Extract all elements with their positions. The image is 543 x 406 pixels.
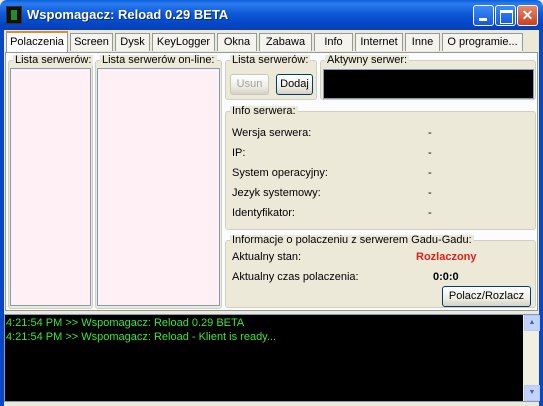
tab-internet[interactable]: Internet bbox=[355, 33, 403, 51]
gg-time-label: Aktualny czas polaczenia: bbox=[232, 271, 359, 283]
server-info-group: Info serwera: Wersja serwera: - IP: - Sy… bbox=[225, 106, 536, 230]
gg-status-label: Aktualny stan: bbox=[232, 251, 302, 263]
online-server-listbox[interactable] bbox=[97, 68, 220, 306]
tab-keylogger[interactable]: KeyLogger bbox=[152, 33, 215, 51]
server-list-title: Lista serwerów: bbox=[13, 54, 94, 66]
scroll-down-icon: ▼ bbox=[528, 389, 536, 396]
online-server-list-title: Lista serwerów on-line: bbox=[100, 54, 217, 66]
ip-label: IP: bbox=[232, 147, 246, 159]
app-icon[interactable] bbox=[6, 6, 22, 24]
log-scrollbar[interactable]: ▲ ▼ bbox=[523, 315, 540, 401]
active-server-group: Aktywny serwer: bbox=[320, 55, 536, 100]
tab-panel-polaczenia: Lista serwerów: Lista serwerów on-line: … bbox=[5, 52, 538, 311]
tab-screen[interactable]: Screen bbox=[70, 33, 113, 51]
add-server-button[interactable]: Dodaj bbox=[276, 74, 313, 95]
tab-polaczenia[interactable]: Polaczenia bbox=[6, 31, 68, 52]
identifier-value: - bbox=[428, 207, 432, 219]
server-controls-title: Lista serwerów: bbox=[230, 54, 311, 66]
close-icon: ✕ bbox=[521, 7, 534, 23]
tab-zabawa[interactable]: Zabawa bbox=[259, 33, 312, 51]
server-version-label: Wersja serwera: bbox=[232, 127, 312, 139]
window-title: Wspomagacz: Reload 0.29 BETA bbox=[27, 7, 229, 22]
os-value: - bbox=[428, 167, 432, 179]
connect-disconnect-button[interactable]: Polacz/Rozlacz bbox=[442, 286, 531, 307]
server-listbox[interactable] bbox=[10, 68, 91, 306]
scroll-up-button[interactable]: ▲ bbox=[524, 315, 540, 331]
active-server-title: Aktywny serwer: bbox=[325, 54, 410, 66]
scroll-down-button[interactable]: ▼ bbox=[524, 385, 540, 401]
minimize-button[interactable] bbox=[473, 5, 494, 26]
maximize-button[interactable] bbox=[495, 5, 516, 26]
tab-strip: Polaczenia Screen Dysk KeyLogger Okna Za… bbox=[4, 31, 539, 53]
server-info-title: Info serwera: bbox=[230, 105, 298, 117]
server-list-group: Lista serwerów: bbox=[8, 55, 94, 309]
gg-connection-title: Informacje o polaczeniu z serwerem Gadu-… bbox=[230, 234, 474, 246]
server-controls-group: Lista serwerów: Usun Dodaj bbox=[225, 55, 317, 100]
server-version-value: - bbox=[428, 127, 432, 139]
window-frame-right bbox=[539, 30, 543, 406]
online-server-list-group: Lista serwerów on-line: bbox=[95, 55, 222, 309]
log-line: 4:21:54 PM >> Wspomagacz: Reload 0.29 BE… bbox=[6, 317, 245, 329]
tab-okna[interactable]: Okna bbox=[217, 33, 257, 51]
tab-o-programie[interactable]: O programie... bbox=[442, 33, 523, 51]
log-line: 4:21:54 PM >> Wspomagacz: Reload - Klien… bbox=[6, 331, 277, 343]
gg-connection-group: Informacje o polaczeniu z serwerem Gadu-… bbox=[225, 235, 536, 308]
tab-inne[interactable]: Inne bbox=[405, 33, 440, 51]
remove-server-button[interactable]: Usun bbox=[230, 74, 269, 95]
scroll-up-icon: ▲ bbox=[528, 319, 536, 326]
os-label: System operacyjny: bbox=[232, 167, 328, 179]
gg-time-value: 0:0:0 bbox=[433, 271, 459, 283]
tab-info[interactable]: Info bbox=[314, 33, 353, 51]
system-language-label: Jezyk systemowy: bbox=[232, 187, 321, 199]
log-console[interactable]: 4:21:54 PM >> Wspomagacz: Reload 0.29 BE… bbox=[4, 314, 540, 402]
identifier-label: Identyfikator: bbox=[232, 207, 295, 219]
system-language-value: - bbox=[428, 187, 432, 199]
close-button[interactable]: ✕ bbox=[517, 5, 538, 26]
active-server-display bbox=[323, 69, 534, 99]
tab-dysk[interactable]: Dysk bbox=[115, 33, 150, 51]
title-bar[interactable]: Wspomagacz: Reload 0.29 BETA ✕ bbox=[0, 0, 543, 30]
gg-status-value: Rozlaczony bbox=[416, 251, 477, 263]
ip-value: - bbox=[428, 147, 432, 159]
